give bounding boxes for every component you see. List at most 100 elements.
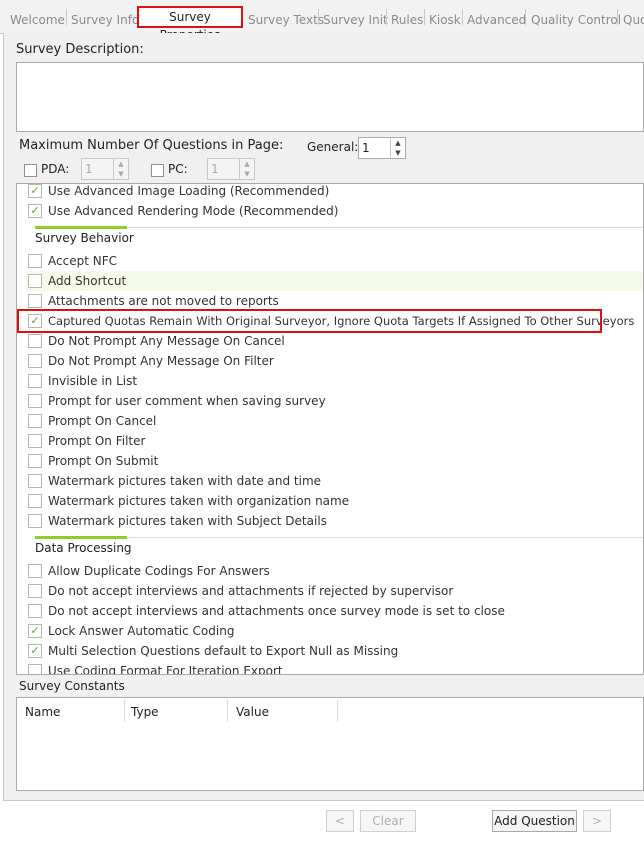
list-item[interactable]: Do Not Prompt Any Message On Cancel [26,331,643,351]
list-item[interactable]: Prompt for user comment when saving surv… [26,391,643,411]
general-value: 1 [362,141,370,155]
tab-bar: Welcome Survey Info Survey Properties Su… [0,0,644,42]
list-item-label: Allow Duplicate Codings For Answers [48,564,270,578]
checkbox[interactable] [28,664,42,674]
checkbox[interactable] [28,494,42,508]
tab-survey-info[interactable]: Survey Info [71,11,139,29]
checkbox[interactable] [28,514,42,528]
general-stepper[interactable]: 1 ▲ ▼ [358,137,406,159]
pc-stepper[interactable]: 1 ▲ ▼ [207,158,255,180]
list-item-label: Lock Answer Automatic Coding [48,624,235,638]
checkbox[interactable] [28,604,42,618]
add-question-button[interactable]: Add Question [492,810,577,832]
list-item-label: Attachments are not moved to reports [48,294,279,308]
selected-item-highlight [17,309,602,333]
checkbox[interactable] [28,564,42,578]
clear-button[interactable]: Clear [360,810,416,832]
list-item-label: Invisible in List [48,374,138,388]
chevron-up-icon[interactable]: ▲ [391,138,405,148]
list-item-label: Use Coding Format For Iteration Export [48,664,283,675]
list-item[interactable]: Prompt On Filter [26,431,643,451]
list-item[interactable]: Use Coding Format For Iteration Export [26,661,643,675]
tab-quota[interactable]: Quo [623,11,644,29]
tab-quality-control[interactable]: Quality Control [531,11,621,29]
list-item[interactable]: Watermark pictures taken with Subject De… [26,511,643,531]
list-item[interactable]: Allow Duplicate Codings For Answers [26,561,643,581]
checkbox[interactable] [28,474,42,488]
list-item[interactable]: Do not accept interviews and attachments… [26,601,643,621]
tab-advanced[interactable]: Advanced [467,11,526,29]
tab-kiosk[interactable]: Kiosk [429,11,461,29]
chevron-down-icon[interactable]: ▼ [391,148,405,158]
list-item-label: Multi Selection Questions default to Exp… [48,644,399,658]
checkbox[interactable] [28,394,42,408]
tab-survey-texts[interactable]: Survey Texts [248,11,324,29]
column-header-name[interactable]: Name [25,702,60,722]
survey-description-field[interactable] [16,62,644,132]
list-item-label: Watermark pictures taken with Subject De… [48,514,327,528]
tab-separator [525,9,526,25]
section-title-data-processing: Data Processing [35,541,132,555]
next-button[interactable]: > [583,810,611,832]
checkbox[interactable] [28,354,42,368]
checkbox[interactable] [28,434,42,448]
general-label: General: [307,140,359,154]
chevron-down-icon[interactable]: ▼ [240,169,254,179]
column-separator [227,700,228,722]
pda-stepper-arrows[interactable]: ▲ ▼ [113,159,128,179]
pda-label: PDA: [41,162,70,176]
list-item[interactable]: Do Not Prompt Any Message On Filter [26,351,643,371]
checkbox[interactable] [28,584,42,598]
list-item[interactable]: ✓ Use Advanced Rendering Mode (Recommend… [26,201,643,221]
list-item[interactable]: Accept NFC [26,251,643,271]
pda-stepper[interactable]: 1 ▲ ▼ [81,158,129,180]
checkbox[interactable] [28,454,42,468]
previous-button[interactable]: < [326,810,354,832]
list-item-label: Prompt for user comment when saving surv… [48,394,326,408]
pc-stepper-arrows[interactable]: ▲ ▼ [239,159,254,179]
list-item[interactable]: Do not accept interviews and attachments… [26,581,643,601]
list-item[interactable]: Watermark pictures taken with organizati… [26,491,643,511]
checkbox[interactable]: ✓ [28,204,42,218]
list-item[interactable]: ✓ Use Advanced Image Loading (Recommende… [26,184,643,201]
list-item-label: Use Advanced Rendering Mode (Recommended… [48,204,339,218]
list-item[interactable]: Prompt On Cancel [26,411,643,431]
checkbox[interactable] [28,254,42,268]
max-questions-label: Maximum Number Of Questions in Page: [19,138,284,153]
checkbox[interactable] [28,274,42,288]
chevron-down-icon[interactable]: ▼ [114,169,128,179]
tab-survey-properties[interactable]: Survey Properties [137,6,243,42]
tab-survey-init[interactable]: Survey Init [323,11,388,29]
list-item[interactable]: Attachments are not moved to reports [26,291,643,311]
chevron-up-icon[interactable]: ▲ [114,159,128,169]
tab-separator [424,9,425,25]
general-stepper-arrows[interactable]: ▲ ▼ [390,138,405,158]
list-item-label: Prompt On Submit [48,454,159,468]
pda-checkbox[interactable] [24,164,37,177]
checkbox[interactable]: ✓ [28,624,42,638]
checkbox[interactable]: ✓ [28,644,42,658]
column-header-value[interactable]: Value [236,702,269,722]
list-item[interactable]: ✓ Lock Answer Automatic Coding [26,621,643,641]
checkbox[interactable] [28,374,42,388]
properties-list[interactable]: ✓ Use Advanced Image Loading (Recommende… [16,183,644,675]
list-item[interactable]: ✓ Multi Selection Questions default to E… [26,641,643,661]
list-item[interactable]: Add Shortcut [26,271,643,291]
checkbox[interactable] [28,414,42,428]
list-item[interactable]: Prompt On Submit [26,451,643,471]
checkbox[interactable]: ✓ [28,184,42,198]
pc-checkbox[interactable] [151,164,164,177]
tab-welcome[interactable]: Welcome [10,11,65,29]
pc-label: PC: [168,162,188,176]
checkbox[interactable] [28,334,42,348]
tab-rules[interactable]: Rules [391,11,423,29]
checkbox[interactable] [28,294,42,308]
list-item[interactable]: Watermark pictures taken with date and t… [26,471,643,491]
survey-constants-table[interactable]: Name Type Value [16,697,644,791]
tab-separator [462,9,463,25]
list-item[interactable]: Invisible in List [26,371,643,391]
chevron-up-icon[interactable]: ▲ [240,159,254,169]
column-header-type[interactable]: Type [131,702,159,722]
section-divider [127,227,643,228]
list-item-label: Do not accept interviews and attachments… [48,584,454,598]
